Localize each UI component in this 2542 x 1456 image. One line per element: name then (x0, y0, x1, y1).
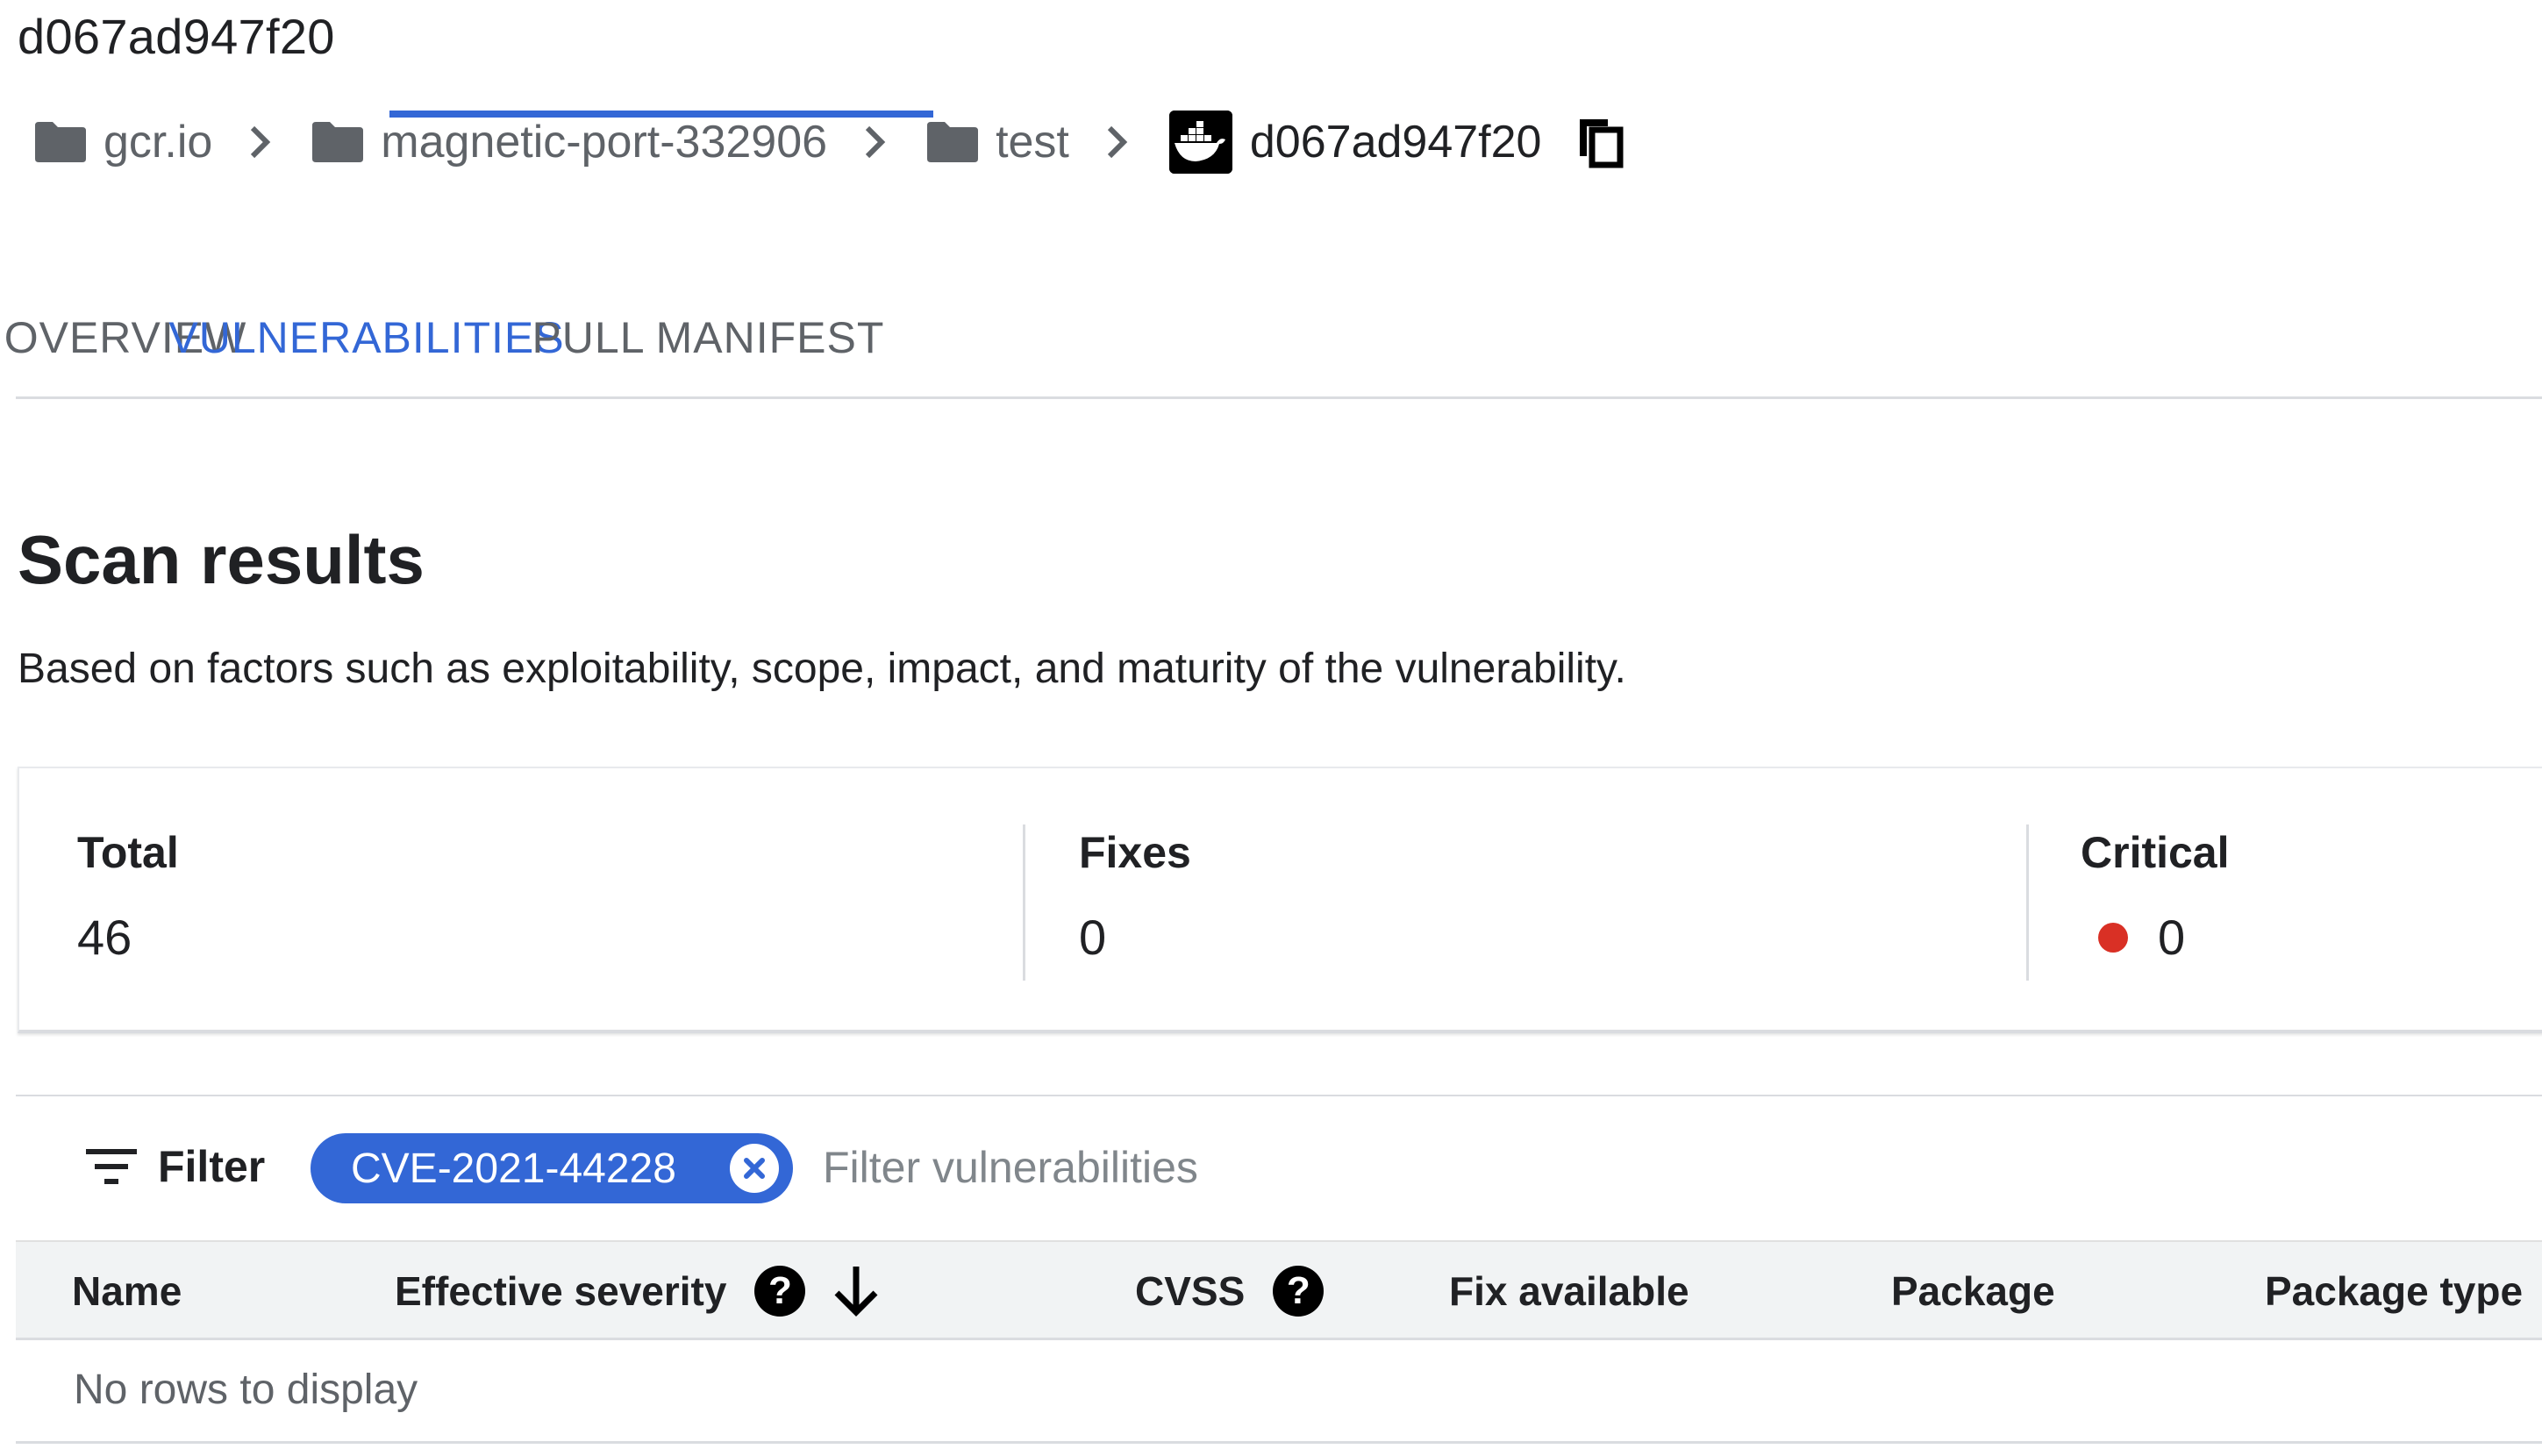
filter-chip-label: CVE-2021-44228 (351, 1145, 676, 1192)
filter-chip[interactable]: CVE-2021-44228 (311, 1133, 793, 1203)
stat-fixes: Fixes 0 (1079, 824, 1191, 968)
breadcrumb-item-image: d067ad947f20 (1168, 105, 1542, 179)
breadcrumb-label-current: d067ad947f20 (1249, 117, 1542, 168)
column-header-fix-available[interactable]: Fix available (1449, 1242, 1689, 1340)
empty-state-text: No rows to display (74, 1367, 418, 1413)
stat-label: Total (77, 828, 179, 877)
help-icon[interactable]: ? (1273, 1266, 1325, 1317)
tab-bar: OVERVIEW VULNERABILITIES PULL MANIFEST (4, 279, 2542, 399)
chevron-right-icon (857, 125, 892, 160)
breadcrumb-label: gcr.io (104, 117, 213, 168)
stat-value: 0 (1079, 910, 1107, 965)
column-label: Effective severity (395, 1268, 727, 1314)
page-root: d067ad947f20 gcr.io magnetic-port-332906… (0, 0, 2542, 1456)
folder-icon (35, 122, 86, 162)
stat-critical: Critical 0 (2081, 824, 2230, 968)
chevron-right-icon (242, 125, 277, 160)
folder-icon (927, 122, 979, 162)
help-icon[interactable]: ? (754, 1266, 806, 1317)
column-header-package-type[interactable]: Package type (2265, 1242, 2523, 1340)
stat-divider (1023, 824, 1025, 981)
breadcrumb-item-test[interactable]: test (927, 105, 1069, 179)
section-title: Scan results (18, 521, 425, 598)
filter-bar: Filter CVE-2021-44228 (16, 1095, 2542, 1242)
page-title: d067ad947f20 (18, 9, 335, 64)
filter-label: Filter (158, 1142, 266, 1191)
tab-pull[interactable]: PULL (507, 279, 670, 396)
chevron-right-icon (1099, 125, 1134, 160)
arrow-down-icon[interactable] (832, 1263, 881, 1319)
section-description: Based on factors such as exploitability,… (18, 646, 1626, 692)
breadcrumb-item-gcr[interactable]: gcr.io (35, 105, 212, 179)
stat-value: 0 (2158, 910, 2186, 965)
stat-label: Critical (2081, 828, 2230, 877)
docker-icon (1168, 111, 1232, 174)
filter-input[interactable] (823, 1128, 2489, 1207)
tab-vulnerabilities[interactable]: VULNERABILITIES (168, 279, 563, 396)
close-icon[interactable] (730, 1144, 779, 1193)
stat-value-row: 0 (2081, 907, 2230, 968)
breadcrumb-label: magnetic-port-332906 (381, 117, 828, 168)
column-header-cvss[interactable]: CVSS ? (1135, 1242, 1325, 1340)
breadcrumb-label: test (996, 117, 1069, 168)
column-label: Name (72, 1268, 182, 1314)
copy-icon[interactable] (1576, 116, 1625, 168)
filter-list-icon (86, 1147, 137, 1186)
column-header-effective-severity[interactable]: Effective severity ? (395, 1242, 881, 1340)
column-label: Package (1891, 1268, 2055, 1314)
column-label: Package type (2265, 1268, 2524, 1314)
column-label: Fix available (1449, 1268, 1689, 1314)
column-header-name[interactable]: Name (72, 1242, 182, 1340)
stats-card: Total 46 Fixes 0 Critical 0 (18, 767, 2542, 1033)
stat-value: 46 (77, 910, 132, 965)
active-tab-indicator (389, 111, 933, 118)
filter-button[interactable]: Filter (86, 1131, 265, 1202)
critical-severity-dot (2098, 923, 2128, 953)
stat-total: Total 46 (77, 824, 179, 968)
folder-icon (312, 122, 364, 162)
column-header-package[interactable]: Package (1891, 1242, 2055, 1340)
table-header: Name Effective severity ? CVSS ? Fix ava… (16, 1240, 2542, 1340)
column-label: CVSS (1135, 1268, 1246, 1314)
stat-label: Fixes (1079, 828, 1191, 877)
stat-divider (2026, 824, 2029, 981)
table-empty-row: No rows to display (16, 1340, 2542, 1444)
tab-manifest[interactable]: MANIFEST (656, 279, 884, 396)
